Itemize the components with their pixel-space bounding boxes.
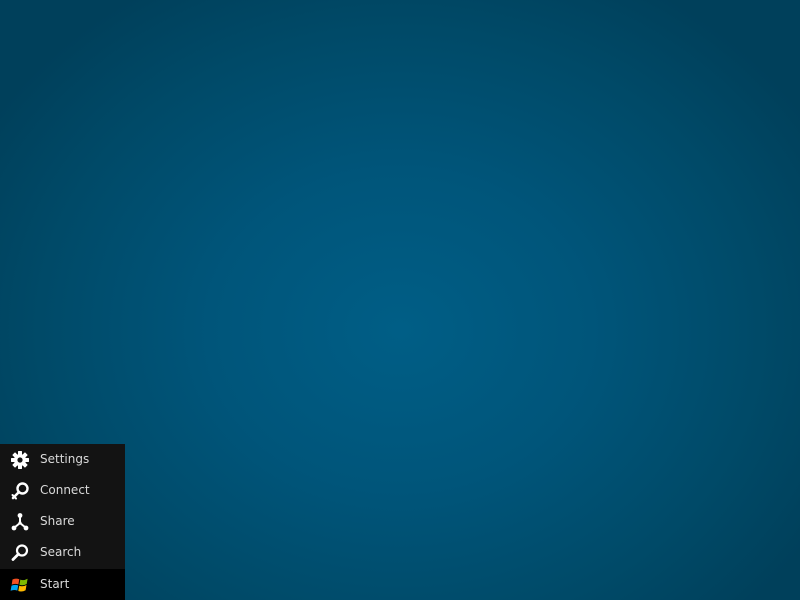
windows-logo-icon — [10, 575, 30, 595]
connect-icon — [10, 481, 30, 501]
charms-menu: Settings Connect Share Search Start — [0, 444, 125, 600]
settings-label: Settings — [40, 452, 90, 466]
start-label: Start — [40, 577, 70, 591]
gear-icon — [10, 450, 30, 470]
connect-label: Connect — [40, 483, 90, 497]
search-label: Search — [40, 545, 82, 559]
connect-charm[interactable]: Connect — [0, 475, 125, 506]
share-charm[interactable]: Share — [0, 506, 125, 537]
search-charm[interactable]: Search — [0, 537, 125, 568]
share-label: Share — [40, 514, 75, 528]
search-icon — [10, 543, 30, 563]
settings-charm[interactable]: Settings — [0, 444, 125, 475]
share-icon — [10, 512, 30, 532]
start-button[interactable]: Start — [0, 569, 125, 600]
